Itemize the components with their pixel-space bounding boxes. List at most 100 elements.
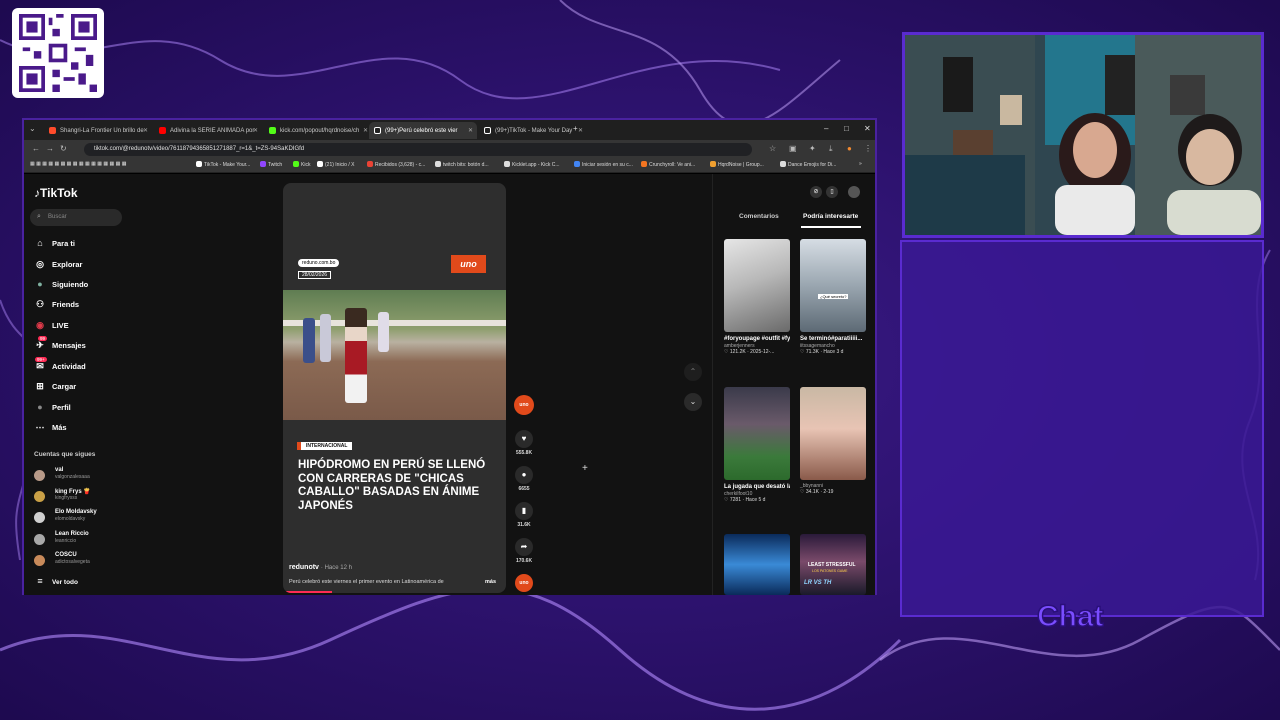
bookmark-item[interactable]: Crunchyroll: Ve ani... (641, 161, 695, 168)
nav-item-live[interactable]: ◉ LIVE (34, 320, 69, 331)
upload-icon: ⊞ (36, 381, 44, 391)
more-bookmarks-icon[interactable]: » (859, 161, 862, 167)
chevron-down-icon: ⌄ (689, 397, 697, 406)
profile-avatar-icon[interactable]: ● (847, 144, 852, 153)
next-video-button[interactable]: ⌄ (684, 393, 702, 411)
activity-badge: 99+ (35, 357, 47, 362)
bookmark-item[interactable]: HqrdNoise | Group... (710, 161, 764, 168)
tiktok-icon (374, 127, 381, 134)
bookmark-item[interactable]: (21) Inicio / X (317, 161, 354, 168)
close-tab-icon[interactable]: ✕ (578, 127, 583, 134)
puzzle-icon[interactable]: ✦ (809, 144, 816, 153)
tab-kick[interactable]: kick.com/popout/hqrdnoise/ch ✕ (264, 122, 372, 139)
video-progress-bar[interactable] (283, 591, 333, 593)
close-tab-icon[interactable]: ✕ (253, 127, 258, 134)
bookmark-item[interactable]: twitch bits: botón d... (435, 161, 489, 168)
video-frame-image (283, 290, 506, 420)
toggle-icon[interactable]: ⊘ (810, 186, 822, 198)
video-description: Perú celebró este viernes el primer even… (289, 579, 444, 585)
video-thumbnail (724, 239, 790, 332)
nav-item-friends[interactable]: ⚇ Friends (34, 299, 79, 310)
nav-item-mas[interactable]: ⋯ Más (34, 422, 67, 433)
suggested-video-card[interactable]: LEAST STRESSFUL LOS PATONES GAME LR VS T… (800, 534, 866, 595)
video-headline: HIPÓDROMO EN PERÚ SE LLENÓ CON CARRERAS … (298, 459, 486, 512)
video-player[interactable]: reduno.com.bo 28/02/2026 uno INTERNACION… (283, 183, 506, 593)
following-item[interactable]: Lean Riccio leanriccio (34, 531, 124, 549)
nav-item-perfil[interactable]: ● Perfil (34, 402, 70, 412)
suggested-video-card[interactable]: _bbynanni ♡ 34.1K · 2-19 (800, 387, 866, 495)
previous-video-button[interactable]: ⌃ (684, 363, 702, 381)
tab-search-icon[interactable]: ⌄ (29, 124, 36, 133)
address-bar-row: ← → ↻ tiktok.com/@redunotv/video/7611879… (24, 140, 875, 158)
menu-kebab-icon[interactable]: ⋮ (864, 144, 872, 153)
bookmark-item[interactable]: Twitch (260, 161, 282, 168)
nav-item-explorar[interactable]: ◎ Explorar (34, 259, 82, 270)
tab-podria-interesarte[interactable]: Podría interesarte (803, 213, 858, 220)
following-item[interactable]: king Frys 🍟 kingfrysss (34, 488, 124, 506)
close-window-button[interactable]: ✕ (864, 124, 871, 133)
runner (345, 308, 367, 403)
suggested-video-card[interactable]: #foryoupage #outfit #fyp... amberjenners… (724, 239, 790, 355)
following-item[interactable]: Elo Moldavsky elomoldavsky (34, 509, 124, 527)
share-button[interactable]: ➦ 170.6K (512, 538, 536, 564)
globe-icon (574, 161, 580, 167)
more-link[interactable]: más (485, 579, 496, 585)
search-input[interactable]: ⌕ Buscar (30, 209, 122, 226)
close-tab-icon[interactable]: ✕ (143, 127, 148, 134)
tab-tiktok-video[interactable]: (99+)Perú celebró este vier ✕ (369, 122, 477, 139)
share-icon: ➦ (515, 538, 533, 556)
tab-adivina[interactable]: Adivina la SERIE ANIMADA por ✕ (154, 122, 262, 139)
crunchyroll-icon (641, 161, 647, 167)
youtube-icon (159, 127, 166, 134)
following-item[interactable]: COSCU adictosalvegeta (34, 552, 124, 570)
suggested-video-card[interactable]: ¿Qué secreto? Se terminó#paratiiiii... i… (800, 239, 866, 355)
minimize-button[interactable]: – (824, 124, 828, 133)
music-disc[interactable]: uno (512, 574, 536, 592)
nav-item-actividad[interactable]: ✉ Actividad (34, 361, 86, 372)
close-tab-icon[interactable]: ✕ (468, 127, 473, 134)
device-icon[interactable]: ▯ (826, 186, 838, 198)
video-thumbnail (800, 387, 866, 480)
download-icon[interactable]: ⤓ (829, 144, 833, 154)
bookmark-item[interactable]: TikTok - Make Your... (196, 161, 250, 168)
suggested-video-card[interactable]: La jugada que desató la... cherkilfoot10… (724, 387, 790, 503)
see-all-link[interactable]: ≡ Ver todo (34, 576, 78, 586)
nav-item-mensajes[interactable]: ✈ Mensajes (34, 340, 86, 351)
maximize-button[interactable]: □ (844, 124, 849, 133)
bookmark-item[interactable]: Kick (293, 161, 310, 168)
close-tab-icon[interactable]: ✕ (363, 127, 368, 134)
new-tab-button[interactable]: + (573, 124, 578, 133)
messages-badge: 99 (38, 336, 48, 341)
video-author[interactable]: redunotv · Hace 12 h (289, 564, 352, 571)
nav-item-para-ti[interactable]: ⌂ Para ti (34, 238, 75, 248)
tiktok-logo[interactable]: ♪TikTok (34, 186, 78, 200)
like-button[interactable]: ♥ 555.8K (512, 430, 536, 456)
extension-icon[interactable]: ▣ (789, 144, 797, 153)
back-icon[interactable]: ← (32, 144, 40, 153)
apps-icon[interactable]: ▦ ▦ ▦ ▦ ▦ ▦ ▦ ▦ ▦ ▦ ▦ ▦ ▦ ▦ ▦ ▦ (30, 161, 126, 167)
runner (303, 318, 315, 363)
suggested-video-card[interactable] (724, 534, 790, 595)
tiktok-icon (484, 127, 491, 134)
author-avatar[interactable]: uno (512, 395, 536, 415)
avatar (34, 555, 45, 566)
tab-comentarios[interactable]: Comentarios (739, 213, 779, 220)
reload-icon[interactable]: ↻ (60, 144, 67, 153)
nav-item-siguiendo[interactable]: ● Siguiendo (34, 279, 88, 289)
bookmark-item[interactable]: Kicklet.app - Kick C... (504, 161, 560, 168)
bookmark-item[interactable]: Recibidos (3,628) - c... (367, 161, 425, 168)
tab-shangri-la[interactable]: Shangri-La Frontier Un brillo de ✕ (44, 122, 152, 139)
following-item[interactable]: val valgonzalesaaa (34, 467, 124, 485)
tab-tiktok-home[interactable]: (99+)TikTok - Make Your Day ✕ (479, 122, 587, 139)
comment-button[interactable]: ● 6655 (512, 466, 536, 492)
runner (378, 312, 389, 352)
bookmark-item[interactable]: Iniciar sesión en su c... (574, 161, 633, 168)
bookmark-item[interactable]: Dance Emojis for Di... (780, 161, 836, 168)
profile-icon: ● (37, 402, 43, 412)
url-input[interactable]: tiktok.com/@redunotv/video/7611879436585… (84, 143, 752, 156)
star-icon[interactable]: ☆ (769, 144, 776, 153)
forward-icon[interactable]: → (46, 144, 54, 153)
nav-item-cargar[interactable]: ⊞ Cargar (34, 381, 76, 392)
account-avatar[interactable] (848, 186, 860, 198)
save-button[interactable]: ▮ 31.6K (512, 502, 536, 528)
